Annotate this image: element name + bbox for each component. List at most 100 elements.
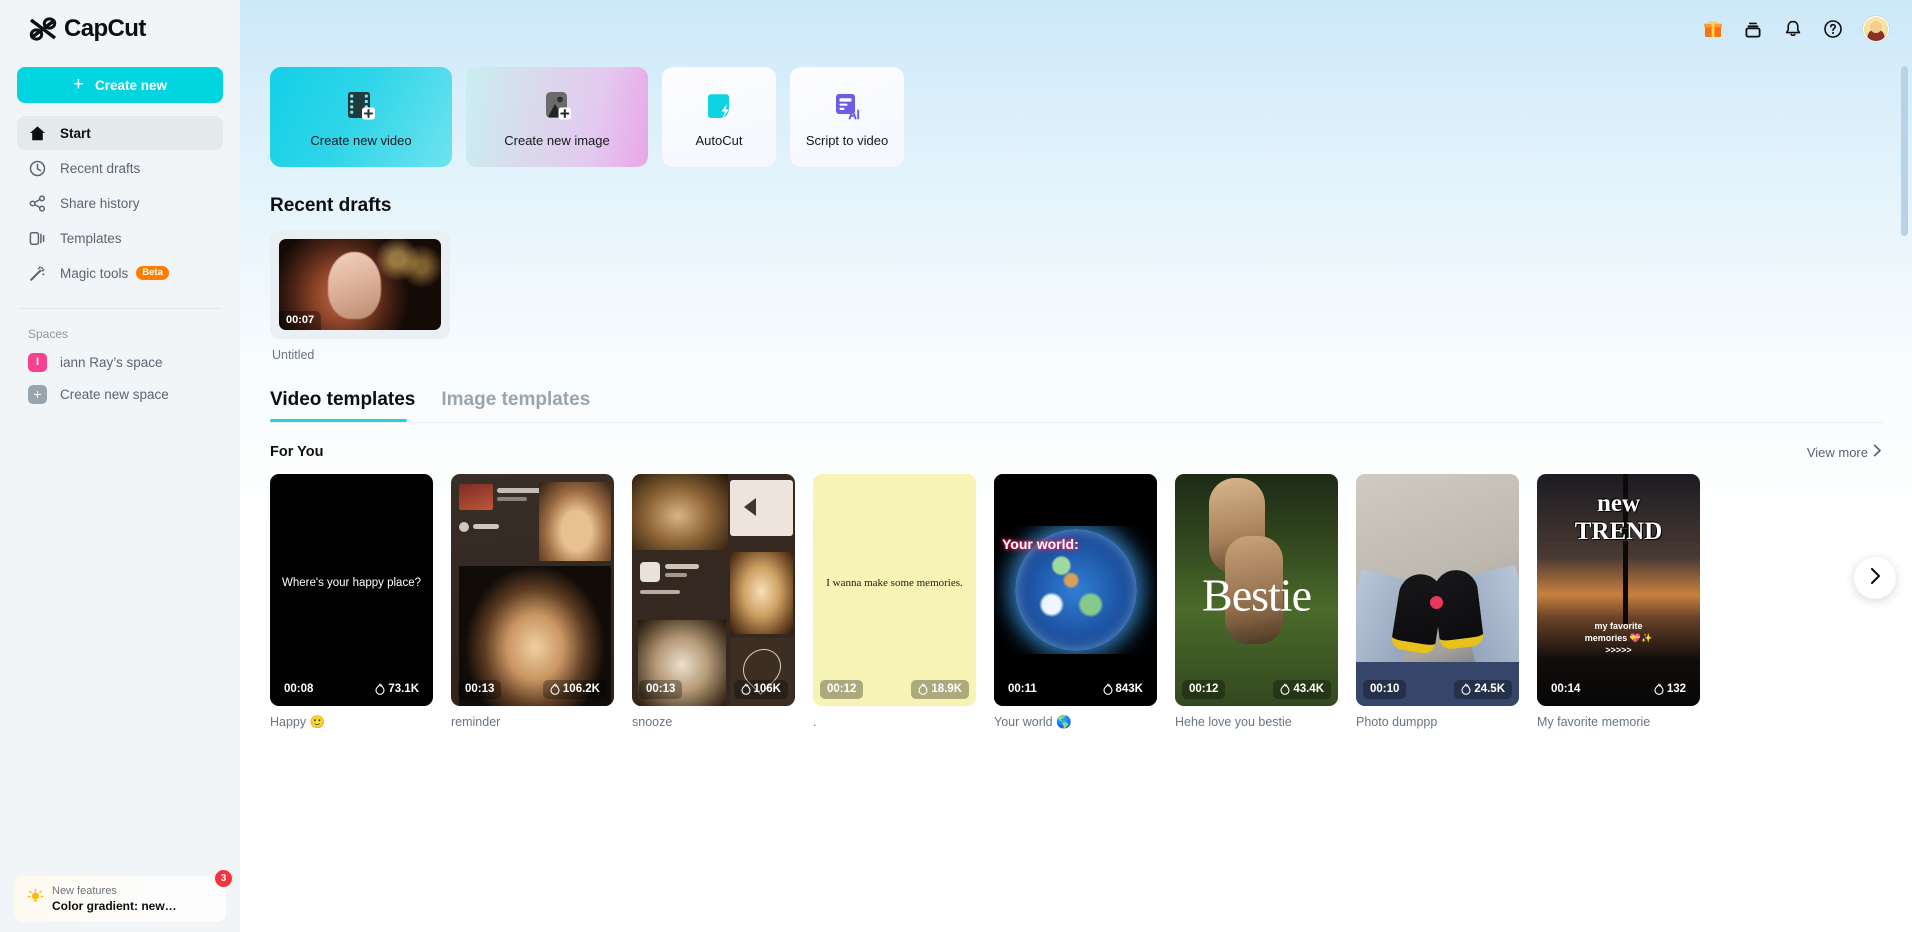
sidebar-item-templates[interactable]: Templates <box>17 221 223 255</box>
template-thumbnail[interactable]: new TREND my favorite memories 💝✨ >>>>> … <box>1537 474 1700 706</box>
template-name: . <box>813 715 817 729</box>
uses-count: 73.1K <box>388 683 419 695</box>
capcut-app: CapCut + Create new Start Recent drafts … <box>0 0 1912 932</box>
draft-thumbnail[interactable]: 00:07 <box>279 239 441 330</box>
template-tabs: Video templates Image templates <box>270 389 1884 422</box>
template-name: My favorite memorie <box>1537 715 1651 729</box>
template-thumbnail[interactable]: 00:10 24.5K <box>1356 474 1519 706</box>
plus-icon: + <box>72 73 85 95</box>
template-card[interactable]: new TREND my favorite memories 💝✨ >>>>> … <box>1537 474 1700 730</box>
template-card[interactable]: Bestie 00:12 43.4K Hehe love you bestie <box>1175 474 1338 730</box>
templates-icon <box>28 229 47 248</box>
lightbulb-icon <box>24 888 46 910</box>
template-thumbnail[interactable]: 00:13 106K <box>632 474 795 706</box>
banner-text: New features Color gradient: new… <box>52 884 177 914</box>
track-label-2 <box>665 573 687 577</box>
sidebar-item-recent-drafts[interactable]: Recent drafts <box>17 151 223 185</box>
user-avatar[interactable] <box>1863 16 1889 42</box>
tab-image-templates[interactable]: Image templates <box>441 389 590 422</box>
template-uses: 132 <box>1647 680 1693 699</box>
magic-wand-icon <box>28 264 47 283</box>
sidebar-item-start[interactable]: Start <box>17 116 223 150</box>
new-features-banner[interactable]: New features Color gradient: new… 3 <box>14 870 232 922</box>
sidebar-nav: Start Recent drafts Share history Templa… <box>17 116 223 290</box>
sidebar-item-label: Share history <box>60 195 140 211</box>
uses-count: 106K <box>753 683 782 695</box>
template-uses: 843K <box>1096 680 1151 699</box>
flame-icon <box>740 683 751 695</box>
headphones-icon <box>640 562 660 582</box>
script-to-video-card[interactable]: Script to video <box>790 67 904 167</box>
help-icon[interactable] <box>1823 19 1843 39</box>
home-icon <box>28 124 47 143</box>
create-new-image-card[interactable]: Create new image <box>466 67 648 167</box>
volume-widget <box>730 480 793 536</box>
autocut-card[interactable]: AutoCut <box>662 67 776 167</box>
view-more-link[interactable]: View more <box>1807 444 1882 460</box>
archive-icon[interactable] <box>1743 19 1763 39</box>
create-new-button[interactable]: + Create new <box>17 67 223 103</box>
recent-drafts-list: 00:07 Untitled <box>268 230 1884 362</box>
template-uses: 24.5K <box>1454 680 1512 699</box>
space-item-label: iann Ray’s space <box>60 354 163 370</box>
create-new-space[interactable]: + Create new space <box>17 378 223 410</box>
uses-count: 106.2K <box>562 683 600 695</box>
create-new-video-card[interactable]: Create new video <box>270 67 452 167</box>
vertical-scrollbar[interactable] <box>1901 66 1908 236</box>
space-item-iann-ray[interactable]: I iann Ray’s space <box>17 346 223 378</box>
spotify-icon <box>459 522 469 532</box>
template-thumbnail[interactable]: Your world: 00:11 843K <box>994 474 1157 706</box>
template-duration: 00:13 <box>639 680 683 699</box>
template-uses: 106K <box>733 680 788 699</box>
topbar <box>240 0 1912 58</box>
template-card[interactable]: 00:13 106.2K reminder <box>451 474 614 730</box>
carousel-next-button[interactable] <box>1854 557 1896 599</box>
template-card[interactable]: I wanna make some memories. 00:12 18.9K … <box>813 474 976 730</box>
notification-count-badge: 3 <box>215 870 232 887</box>
template-card[interactable]: 00:13 106K snooze <box>632 474 795 730</box>
album-art <box>459 484 493 510</box>
uses-count: 18.9K <box>931 683 962 695</box>
share-icon <box>28 194 47 213</box>
banner-subtitle: Color gradient: new… <box>52 899 177 914</box>
banner-title: New features <box>52 884 117 897</box>
uses-count: 843K <box>1115 683 1144 695</box>
app-logo[interactable]: CapCut <box>17 0 223 58</box>
space-avatar: I <box>28 352 47 372</box>
template-thumbnail[interactable]: I wanna make some memories. 00:12 18.9K <box>813 474 976 706</box>
sidebar: CapCut + Create new Start Recent drafts … <box>0 0 240 932</box>
template-caption-1: new <box>1596 490 1641 517</box>
sidebar-item-share-history[interactable]: Share history <box>17 186 223 220</box>
gift-icon[interactable] <box>1703 19 1723 39</box>
sidebar-item-label: Magic tools <box>60 265 129 281</box>
card-label: Create new image <box>504 133 610 148</box>
uses-count: 43.4K <box>1293 683 1324 695</box>
sidebar-item-magic-tools[interactable]: Magic tools Beta <box>17 256 223 290</box>
template-card[interactable]: Your world: 00:11 843K Your world 🌎 <box>994 474 1157 730</box>
template-thumbnail[interactable]: Bestie 00:12 43.4K <box>1175 474 1338 706</box>
template-card[interactable]: Where's your happy place? 00:08 73.1K Ha… <box>270 474 433 730</box>
template-uses: 43.4K <box>1273 680 1331 699</box>
spotify-label <box>473 524 499 529</box>
card-label: AutoCut <box>695 133 743 148</box>
flame-icon <box>550 683 560 695</box>
template-thumbnail[interactable]: 00:13 106.2K <box>451 474 614 706</box>
tabs-underline <box>270 422 1884 423</box>
template-thumbnail[interactable]: Where's your happy place? 00:08 73.1K <box>270 474 433 706</box>
for-you-title: For You <box>270 444 324 460</box>
plus-icon: + <box>28 384 47 404</box>
bell-icon[interactable] <box>1783 19 1803 39</box>
clock-icon <box>28 159 47 178</box>
tab-video-templates[interactable]: Video templates <box>270 389 415 422</box>
dog-photo-2 <box>730 552 793 634</box>
draft-card[interactable]: 00:07 <box>270 230 450 339</box>
flame-icon <box>375 683 385 695</box>
letterbox-top <box>994 474 1157 526</box>
template-caption: Bestie <box>1202 569 1312 621</box>
capcut-logo-icon <box>28 16 58 42</box>
template-name: snooze <box>632 715 673 729</box>
template-name: reminder <box>451 715 501 729</box>
template-duration: 00:11 <box>1008 683 1037 695</box>
template-card[interactable]: 00:10 24.5K Photo dumppp <box>1356 474 1519 730</box>
track-title <box>497 488 543 493</box>
